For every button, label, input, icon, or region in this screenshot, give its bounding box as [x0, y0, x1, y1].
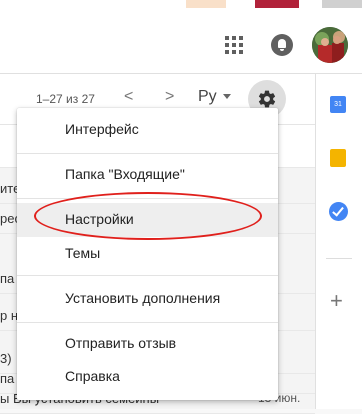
menu-item-label: Интерфейс	[65, 121, 139, 137]
highlight-annotation	[34, 192, 262, 240]
tab-fragment	[255, 0, 299, 8]
menu-item-send-feedback[interactable]: Отправить отзыв	[17, 327, 278, 361]
add-addon-icon[interactable]: +	[330, 290, 343, 312]
menu-item-help[interactable]: Справка	[17, 360, 278, 394]
settings-menu: Интерфейс Папка "Входящие" Настройки Тем…	[17, 108, 278, 400]
menu-item-inbox-folder[interactable]: Папка "Входящие"	[17, 158, 278, 192]
menu-item-label: Темы	[65, 245, 101, 261]
side-panel: 31 +	[315, 74, 362, 409]
tab-fragment	[186, 0, 226, 8]
chevron-down-icon[interactable]	[223, 94, 231, 99]
previous-page-button[interactable]: <	[124, 88, 133, 106]
divider	[326, 258, 352, 259]
next-page-button[interactable]: >	[165, 88, 174, 106]
bell-icon[interactable]	[271, 34, 293, 56]
menu-item-label: Папка "Входящие"	[65, 166, 185, 182]
menu-item-themes[interactable]: Темы	[17, 237, 278, 271]
menu-item-interface[interactable]: Интерфейс	[17, 113, 278, 147]
input-language-button[interactable]: Ру	[198, 88, 217, 106]
keep-icon[interactable]	[330, 149, 346, 167]
menu-item-install-addons[interactable]: Установить дополнения	[17, 282, 278, 316]
apps-grid-icon[interactable]	[225, 36, 243, 54]
divider	[17, 275, 278, 276]
tasks-icon[interactable]	[329, 202, 348, 221]
menu-item-label: Справка	[65, 368, 120, 384]
avatar[interactable]	[312, 27, 348, 63]
divider	[17, 322, 278, 323]
row-snippet: па	[0, 271, 15, 286]
app-header	[0, 10, 362, 74]
divider	[17, 153, 278, 154]
browser-top-strip	[0, 0, 362, 10]
row-snippet: р н	[0, 308, 19, 323]
pagination-count: 1–27 из 27	[36, 92, 95, 106]
calendar-icon[interactable]: 31	[330, 96, 346, 113]
tab-fragment	[322, 0, 362, 8]
menu-item-label: Установить дополнения	[65, 290, 221, 306]
gear-icon	[258, 90, 276, 108]
menu-item-label: Отправить отзыв	[65, 335, 177, 351]
calendar-day-label: 31	[334, 101, 342, 108]
